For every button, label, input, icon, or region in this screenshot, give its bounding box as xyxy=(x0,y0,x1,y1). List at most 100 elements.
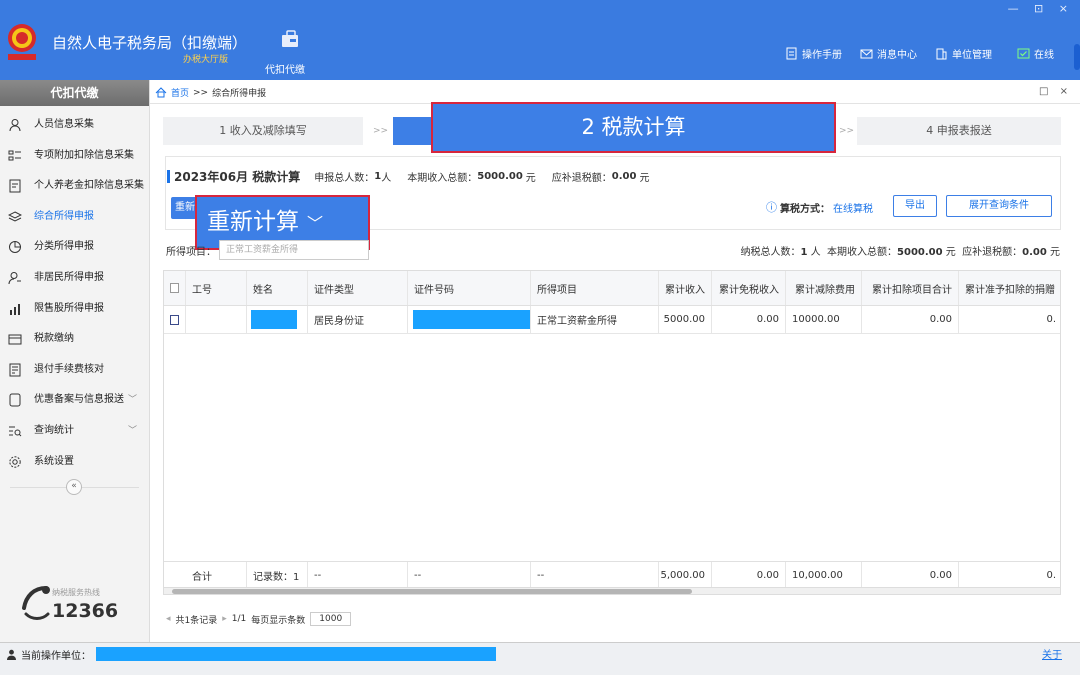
current-unit-label: 当前操作单位： xyxy=(21,651,91,662)
col-header[interactable]: 累计收入 xyxy=(659,271,712,305)
sidebar-item-nonresident[interactable]: 非居民所得申报 xyxy=(0,263,149,294)
unit-link[interactable]: 单位管理 xyxy=(935,46,992,61)
sidebar-item-label: 系统设置 xyxy=(34,455,74,467)
online-status[interactable]: 在线 xyxy=(1017,46,1054,61)
col-header[interactable]: 证件号码 xyxy=(408,271,531,305)
info-circle-icon: ⓘ xyxy=(766,201,777,214)
sidebar-item-comprehensive[interactable]: 综合所得申报 xyxy=(0,202,149,233)
sidebar-item-settings[interactable]: 系统设置 xyxy=(0,447,149,478)
footer-cum-deduction: 10,000.00 xyxy=(786,562,862,589)
step-1[interactable]: 1 收入及减除填写 xyxy=(163,117,363,145)
module-button[interactable] xyxy=(265,30,315,48)
window-controls[interactable]: — ⊡ × xyxy=(1008,2,1074,15)
step-2-active[interactable] xyxy=(393,117,433,145)
select-all-checkbox[interactable] xyxy=(170,283,179,293)
app-subtitle: 办税大厅版 xyxy=(183,55,229,65)
step-2-callout[interactable]: 2 税款计算 xyxy=(431,102,836,153)
expand-query-button[interactable]: 展开查询条件 xyxy=(946,195,1052,217)
sidebar-item-tax-payment[interactable]: 税款缴纳 xyxy=(0,324,149,355)
refund-value: 0.00 xyxy=(611,171,637,182)
summary-refund-value: 0.00 xyxy=(1022,247,1047,258)
sidebar-item-query[interactable]: 查询统计 ﹀ xyxy=(0,416,149,447)
list-icon xyxy=(8,150,21,161)
summary-income-label: 本期收入总额： xyxy=(827,247,898,258)
prev-page-icon[interactable]: ◂ xyxy=(166,614,171,624)
row-checkbox[interactable] xyxy=(170,314,179,325)
cell-cum-deduction: 10000.00 xyxy=(786,306,862,333)
cell-name xyxy=(247,306,308,333)
col-header[interactable]: 证件类型 xyxy=(308,271,408,305)
sidebar-list: 人员信息采集 专项附加扣除信息采集 个人养老金扣除信息采集 综合所得申报 分类所… xyxy=(0,106,149,477)
wallet-icon xyxy=(8,334,22,345)
summary-refund-label: 应补退税额： xyxy=(962,247,1023,258)
redacted-name xyxy=(251,310,297,329)
sidebar-item-restricted-stock[interactable]: 限售股所得申报 xyxy=(0,294,149,325)
method-label: 算税方式： xyxy=(780,203,830,215)
briefcase-icon xyxy=(282,30,298,47)
document-icon xyxy=(786,47,797,60)
people-label: 申报总人数： xyxy=(314,173,375,184)
sidebar-item-special-deduction[interactable]: 专项附加扣除信息采集 xyxy=(0,141,149,172)
sidebar-item-category[interactable]: 分类所得申报 xyxy=(0,232,149,263)
footer-cum-donation: 0. xyxy=(1046,570,1056,581)
card-icon xyxy=(9,179,21,193)
col-header[interactable]: 所得项目 xyxy=(531,271,659,305)
col-header[interactable]: 累计扣除项目合计 xyxy=(862,271,959,305)
data-table: 工号 姓名 证件类型 证件号码 所得项目 累计收入 累计免税收入 累计减除费用 … xyxy=(163,270,1061,590)
tab-controls[interactable]: □ × xyxy=(1039,86,1072,97)
next-page-icon[interactable]: ▸ xyxy=(222,614,227,624)
breadcrumb-home[interactable]: 首页 xyxy=(171,86,189,99)
tax-emblem-icon xyxy=(8,24,36,60)
cell-cum-tax-free: 0.00 xyxy=(712,306,786,333)
bars-icon xyxy=(10,303,20,315)
home-icon[interactable] xyxy=(155,87,167,98)
sidebar-item-label: 限售股所得申报 xyxy=(34,302,104,314)
cell-cum-income: 5000.00 xyxy=(659,306,712,333)
redacted-id-number xyxy=(413,310,530,329)
sidebar-item-label: 综合所得申报 xyxy=(34,210,94,222)
horizontal-scrollbar[interactable] xyxy=(163,587,1061,595)
messages-label: 消息中心 xyxy=(877,50,917,61)
people-value: 1 xyxy=(374,171,382,182)
about-link[interactable]: 关于 xyxy=(1042,646,1062,661)
calc-method: ⓘ 算税方式： 在线算税 xyxy=(766,199,873,215)
manual-link[interactable]: 操作手册 xyxy=(785,46,842,61)
mail-icon xyxy=(860,49,873,59)
table-row[interactable]: 居民身份证 正常工资薪金所得 5000.00 0.00 10000.00 0.0… xyxy=(164,306,1060,334)
method-value[interactable]: 在线算税 xyxy=(833,200,873,215)
summary-income-value: 5000.00 xyxy=(897,247,943,258)
collapse-sidebar-button[interactable]: « xyxy=(66,479,82,495)
messages-link[interactable]: 消息中心 xyxy=(860,46,917,61)
sidebar-item-label: 非居民所得申报 xyxy=(34,271,104,283)
breadcrumb: 首页 >> 综合所得申报 xyxy=(155,86,266,99)
sidebar-item-personnel[interactable]: 人员信息采集 xyxy=(0,110,149,141)
page-size-input[interactable]: 1000 xyxy=(310,612,352,626)
cell-id-number xyxy=(408,306,531,333)
page-indicator: 1/1 xyxy=(231,614,247,624)
sidebar-item-label: 优惠备案与信息报送 xyxy=(34,394,124,406)
col-header[interactable]: 姓名 xyxy=(247,271,308,305)
income-item-select[interactable]: 正常工资薪金所得 xyxy=(219,240,369,260)
module-label: 代扣代缴 xyxy=(265,65,305,76)
chevron-down-icon: ﹀ xyxy=(127,395,137,406)
manual-label: 操作手册 xyxy=(802,50,842,61)
check-monitor-icon xyxy=(1017,48,1030,59)
export-button[interactable]: 导出 xyxy=(893,195,937,217)
hotline-number: 12366 xyxy=(52,600,119,622)
col-header[interactable]: 累计免税收入 xyxy=(712,271,786,305)
user-outline-icon xyxy=(8,271,21,285)
scrollbar-thumb[interactable] xyxy=(172,589,692,594)
cell-income-item: 正常工资薪金所得 xyxy=(531,306,659,333)
col-header[interactable]: 累计减除费用 xyxy=(786,271,862,305)
table-summary: 纳税总人数：1 人 本期收入总额：5000.00 元 应补退税额：0.00 元 xyxy=(741,243,1060,258)
col-header[interactable]: 累计准予扣除的捐赠 xyxy=(959,271,1062,305)
cell-id xyxy=(186,306,247,333)
sidebar-item-refund-fee[interactable]: 退付手续费核对 xyxy=(0,355,149,386)
summary-refund-unit: 元 xyxy=(1050,247,1060,258)
step-4[interactable]: 4 申报表报送 xyxy=(857,117,1061,145)
sidebar-item-preferential[interactable]: 优惠备案与信息报送 ﹀ xyxy=(0,385,149,416)
online-label: 在线 xyxy=(1034,50,1054,61)
filter-label: 所得项目： xyxy=(166,247,216,258)
sidebar-item-pension[interactable]: 个人养老金扣除信息采集 xyxy=(0,171,149,202)
col-header[interactable]: 工号 xyxy=(186,271,247,305)
